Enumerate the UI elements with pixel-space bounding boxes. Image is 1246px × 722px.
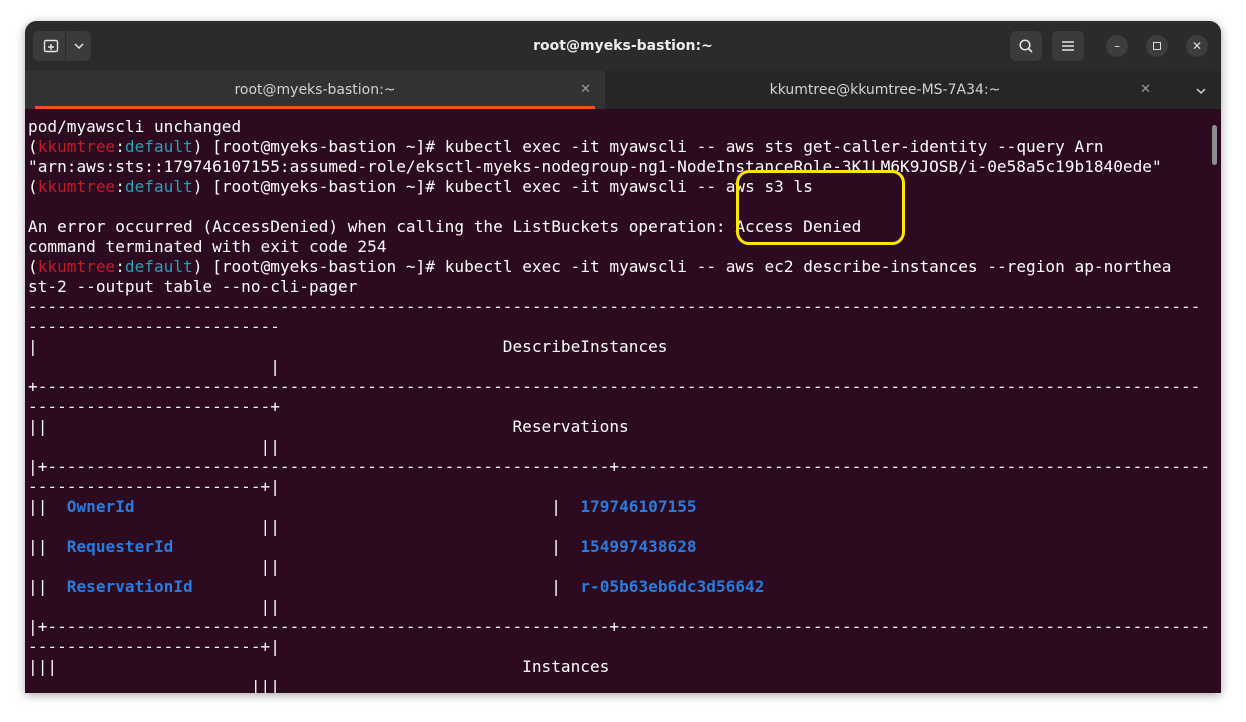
table-border: || bbox=[28, 517, 280, 536]
command-line: (kkumtree:default) [root@myeks-bastion ~… bbox=[28, 177, 813, 196]
table-border: || bbox=[28, 597, 280, 616]
table-title: ||| Instances bbox=[28, 657, 610, 676]
scrollbar-thumb[interactable] bbox=[1212, 125, 1217, 165]
maximize-icon bbox=[1153, 41, 1161, 50]
terminal-output[interactable]: pod/myawscli unchanged (kkumtree:default… bbox=[28, 117, 1213, 693]
command-text: kubectl exec -it myawscli -- aws ec2 des… bbox=[444, 257, 1172, 276]
hamburger-menu-icon bbox=[1061, 40, 1075, 52]
table-border: || bbox=[28, 437, 280, 456]
table-border: |+--------------------------------------… bbox=[28, 617, 1211, 636]
terminal-line: "arn:aws:sts::179746107155:assumed-role/… bbox=[28, 157, 1162, 176]
prompt-host: root@myeks-bastion ~ bbox=[221, 177, 416, 196]
search-button[interactable] bbox=[1010, 31, 1042, 61]
terminal-line: st-2 --output table --no-cli-pager bbox=[28, 277, 358, 296]
prompt-user: kkumtree bbox=[37, 177, 116, 196]
table-title: | DescribeInstances bbox=[28, 337, 668, 356]
minimize-button[interactable]: – bbox=[1106, 35, 1128, 57]
title-bar: root@myeks-bastion:~ – ✕ bbox=[25, 21, 1221, 71]
tab-close-icon[interactable]: ✕ bbox=[1140, 71, 1151, 109]
terminal-line: command terminated with exit code 254 bbox=[28, 237, 387, 256]
table-border: | bbox=[28, 357, 280, 376]
table-value: 154997438628 bbox=[580, 537, 697, 556]
terminal-line: pod/myawscli unchanged bbox=[28, 117, 242, 136]
table-border: || bbox=[28, 557, 280, 576]
tab-label: kkumtree@kkumtree-MS-7A34:~ bbox=[769, 82, 1001, 98]
table-border: +---------------------------------------… bbox=[28, 377, 1201, 396]
table-value: 179746107155 bbox=[580, 497, 697, 516]
table-border: ------------------------+| bbox=[28, 477, 280, 496]
prompt-context: default bbox=[124, 257, 193, 276]
search-icon bbox=[1018, 38, 1034, 54]
command-line: (kkumtree:default) [root@myeks-bastion ~… bbox=[28, 257, 1172, 276]
prompt-user: kkumtree bbox=[37, 137, 116, 156]
table-key: ReservationId bbox=[66, 577, 193, 596]
table-key: OwnerId bbox=[66, 497, 135, 516]
close-icon: ✕ bbox=[1191, 39, 1203, 53]
command-text: kubectl exec -it myawscli -- aws sts get… bbox=[444, 137, 1104, 156]
error-line: An error occurred (AccessDenied) when ca… bbox=[28, 217, 862, 236]
table-key: RequesterId bbox=[66, 537, 174, 556]
table-border: -------------------------- bbox=[28, 317, 280, 336]
command-line: (kkumtree:default) [root@myeks-bastion ~… bbox=[28, 137, 1104, 156]
table-value: r-05b63eb6dc3d56642 bbox=[580, 577, 765, 596]
table-border: ----------------------------------------… bbox=[28, 297, 1201, 316]
tab-bar: root@myeks-bastion:~ ✕ kkumtree@kkumtree… bbox=[25, 71, 1221, 109]
table-title: || Reservations bbox=[28, 417, 629, 436]
table-row: || OwnerId | 179746107155 bbox=[28, 497, 697, 516]
tab-label: root@myeks-bastion:~ bbox=[234, 82, 396, 98]
prompt-host: root@myeks-bastion ~ bbox=[221, 257, 416, 276]
prompt-host: root@myeks-bastion ~ bbox=[221, 137, 416, 156]
close-window-button[interactable]: ✕ bbox=[1186, 35, 1208, 57]
prompt-user: kkumtree bbox=[37, 257, 116, 276]
menu-button[interactable] bbox=[1052, 31, 1084, 61]
minimize-icon: – bbox=[1114, 39, 1120, 53]
table-border: ------------------------+| bbox=[28, 637, 280, 656]
tab-close-icon[interactable]: ✕ bbox=[580, 71, 591, 109]
terminal-window: root@myeks-bastion:~ – ✕ root@myeks-bast… bbox=[25, 21, 1221, 693]
tab-root-bastion[interactable]: root@myeks-bastion:~ ✕ bbox=[25, 71, 605, 109]
tab-kkumtree[interactable]: kkumtree@kkumtree-MS-7A34:~ ✕ bbox=[605, 71, 1165, 109]
highlight-annotation bbox=[736, 170, 905, 245]
prompt-context: default bbox=[124, 137, 193, 156]
table-border: -------------------------+ bbox=[28, 397, 280, 416]
maximize-button[interactable] bbox=[1146, 35, 1168, 57]
tab-list-chevron-icon[interactable] bbox=[1195, 71, 1207, 109]
table-border: ||| bbox=[28, 677, 280, 693]
table-row: || RequesterId | 154997438628 bbox=[28, 537, 697, 556]
prompt-context: default bbox=[124, 177, 193, 196]
active-tab-indicator bbox=[35, 106, 595, 109]
table-border: |+--------------------------------------… bbox=[28, 457, 1211, 476]
table-row: || ReservationId | r-05b63eb6dc3d56642 bbox=[28, 577, 765, 596]
